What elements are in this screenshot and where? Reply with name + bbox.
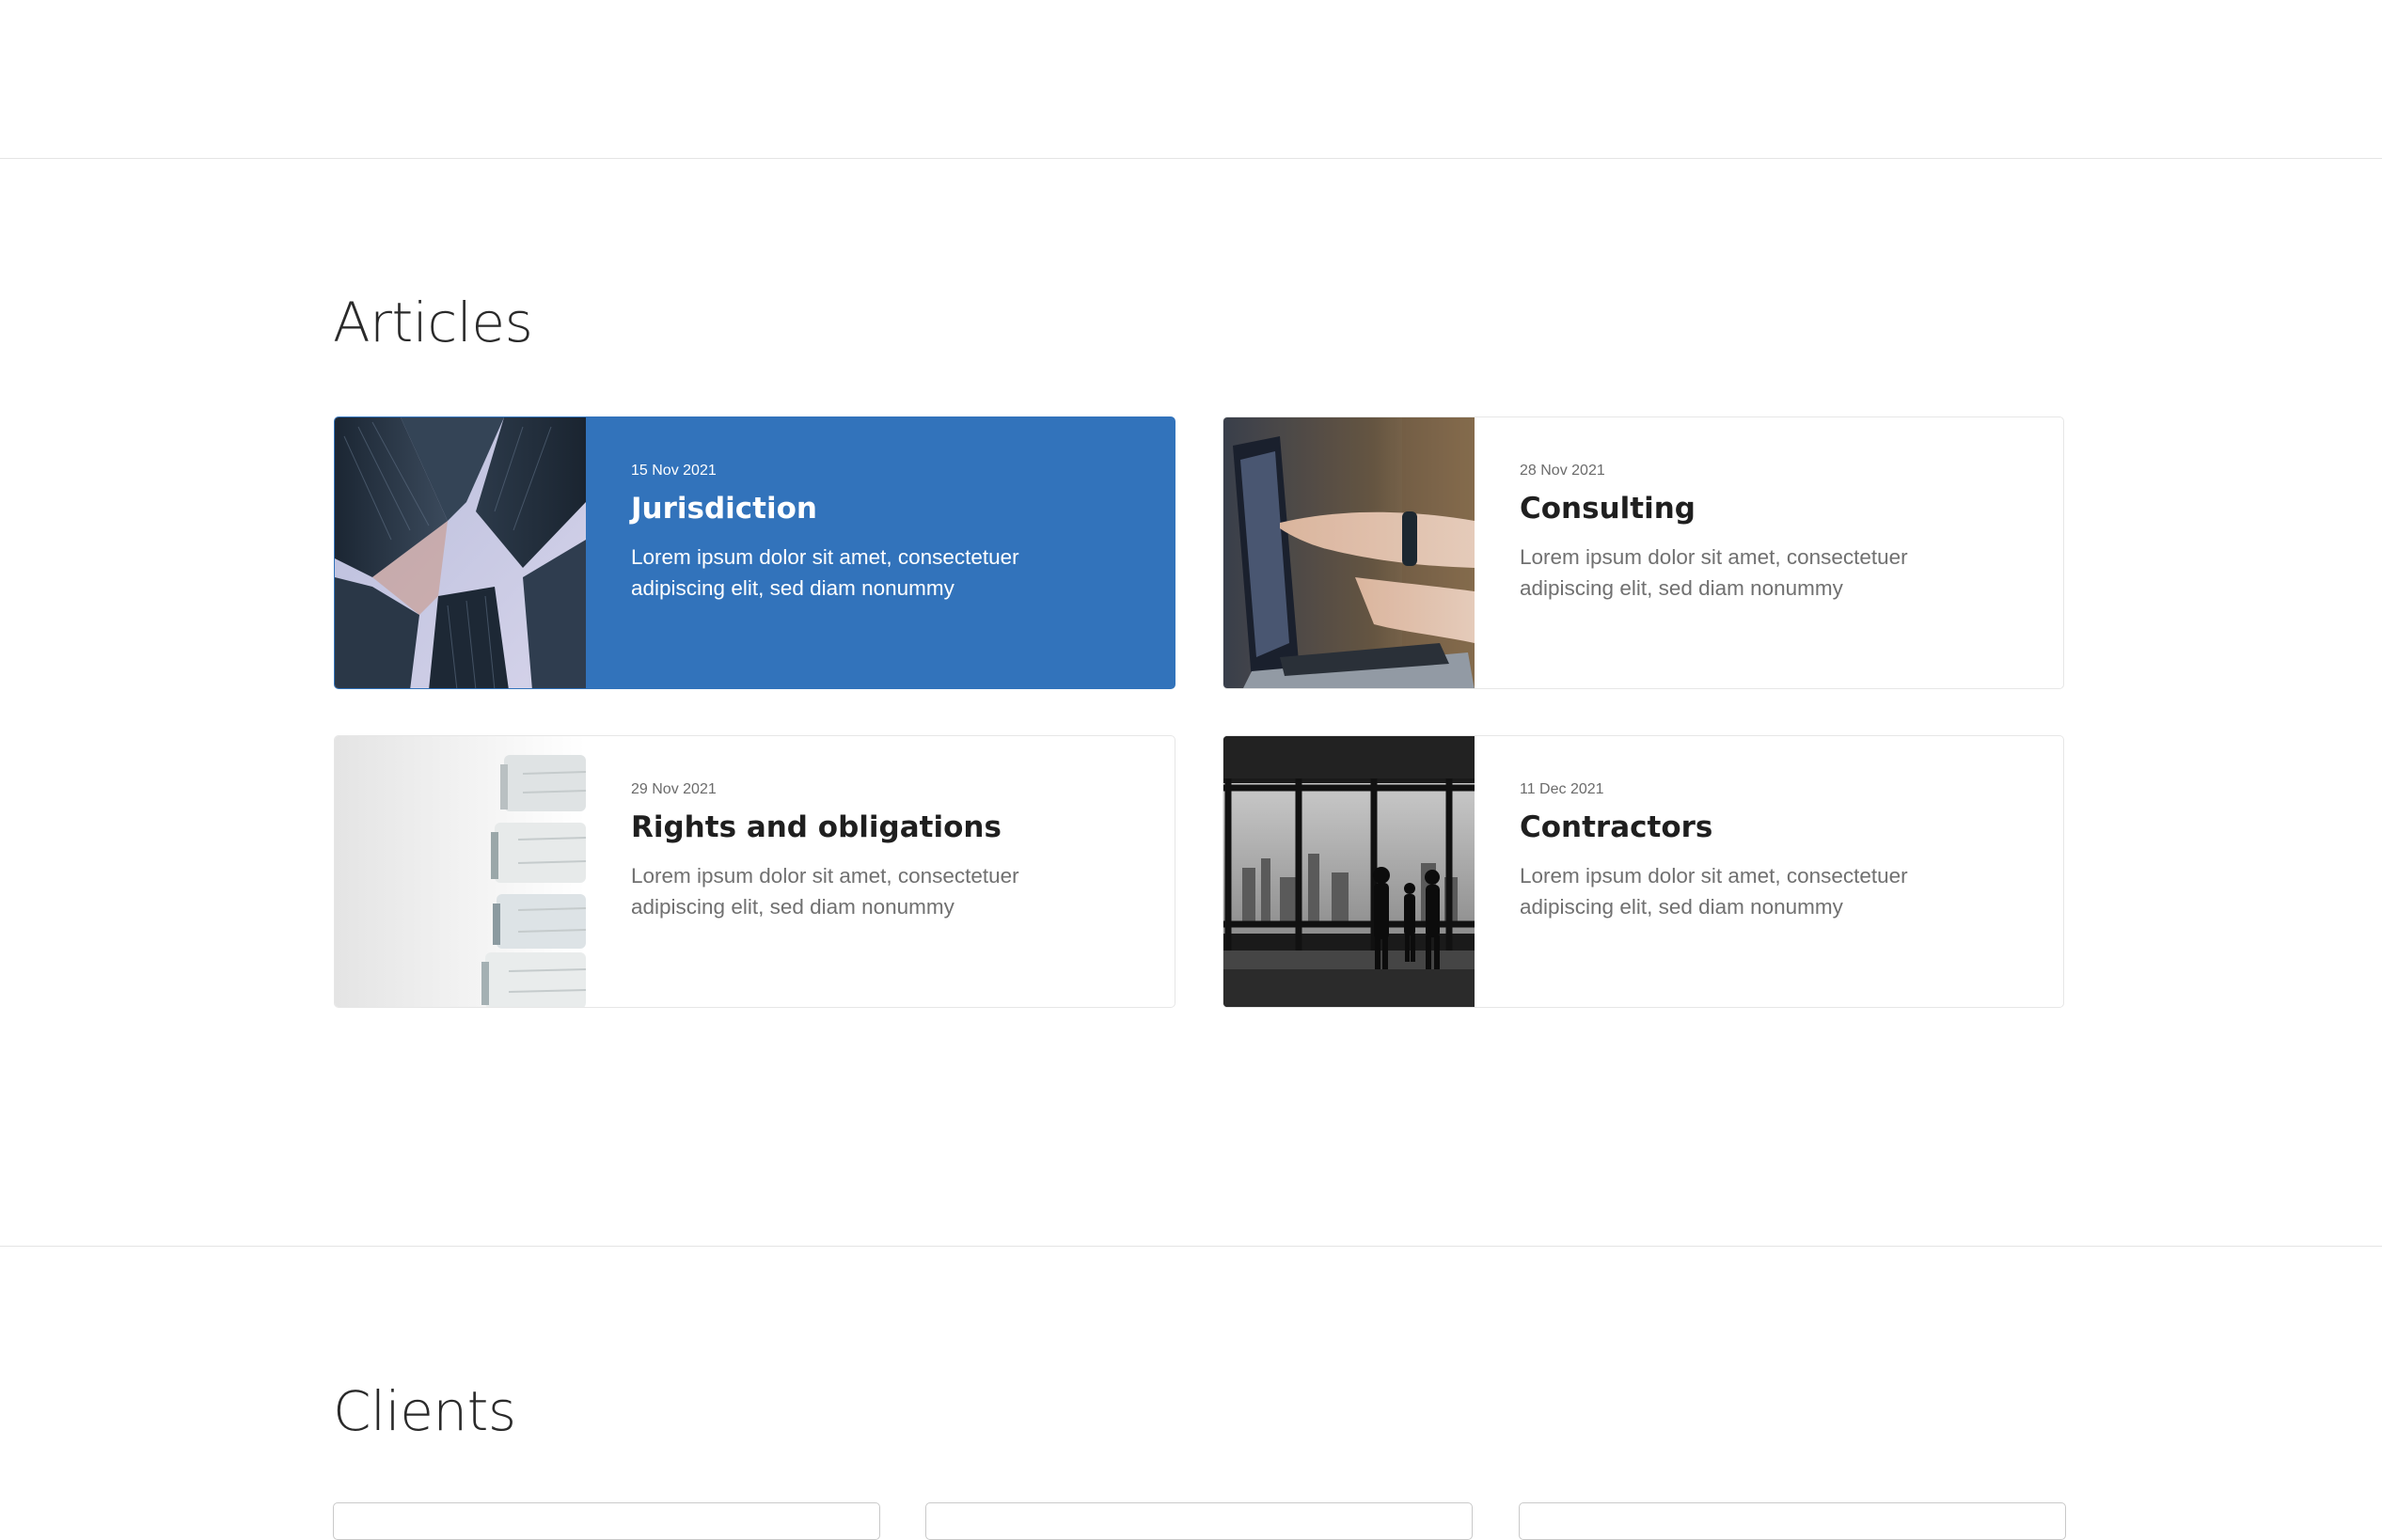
clients-section-title: Clients [333,1379,516,1443]
article-excerpt: Lorem ipsum dolor sit amet, consectetuer… [631,864,1019,919]
article-title[interactable]: Rights and obligations [631,810,1026,845]
article-card-consulting[interactable]: 28 Nov 2021 Consulting Lorem ipsum dolor… [1223,416,2064,689]
client-card[interactable] [925,1502,1473,1540]
article-excerpt: Lorem ipsum dolor sit amet, consectetuer… [1520,864,1908,919]
article-date: 11 Dec 2021 [1520,781,1604,797]
article-title[interactable]: Consulting [1520,492,1915,526]
skyscrapers-image [335,417,586,688]
binders-image [335,736,586,1007]
article-card-rights-and-obligations[interactable]: 29 Nov 2021 Rights and obligations Lorem… [334,735,1175,1008]
office-window-image [1223,736,1475,1007]
article-card-jurisdiction[interactable]: 15 Nov 2021 Jurisdiction Lorem ipsum dol… [334,416,1175,689]
client-card[interactable] [1519,1502,2066,1540]
articles-grid: 15 Nov 2021 Jurisdiction Lorem ipsum dol… [334,416,2066,1009]
article-card-body: 15 Nov 2021 Jurisdiction Lorem ipsum dol… [631,464,1026,604]
client-card[interactable] [333,1502,880,1540]
article-title[interactable]: Jurisdiction [631,492,1026,526]
article-excerpt: Lorem ipsum dolor sit amet, consectetuer… [631,545,1019,601]
article-card-body: 28 Nov 2021 Consulting Lorem ipsum dolor… [1520,464,1915,604]
laptop-image [1223,417,1475,688]
article-title[interactable]: Contractors [1520,810,1915,845]
top-header-area [0,0,2382,159]
article-excerpt: Lorem ipsum dolor sit amet, consectetuer… [1520,545,1908,601]
section-divider [0,1246,2382,1247]
article-date: 15 Nov 2021 [631,463,717,479]
article-card-body: 29 Nov 2021 Rights and obligations Lorem… [631,782,1026,922]
articles-section-title: Articles [333,291,533,354]
article-card-contractors[interactable]: 11 Dec 2021 Contractors Lorem ipsum dolo… [1223,735,2064,1008]
article-date: 28 Nov 2021 [1520,463,1605,479]
article-card-body: 11 Dec 2021 Contractors Lorem ipsum dolo… [1520,782,1915,922]
article-date: 29 Nov 2021 [631,781,717,797]
clients-row [333,1502,2067,1540]
